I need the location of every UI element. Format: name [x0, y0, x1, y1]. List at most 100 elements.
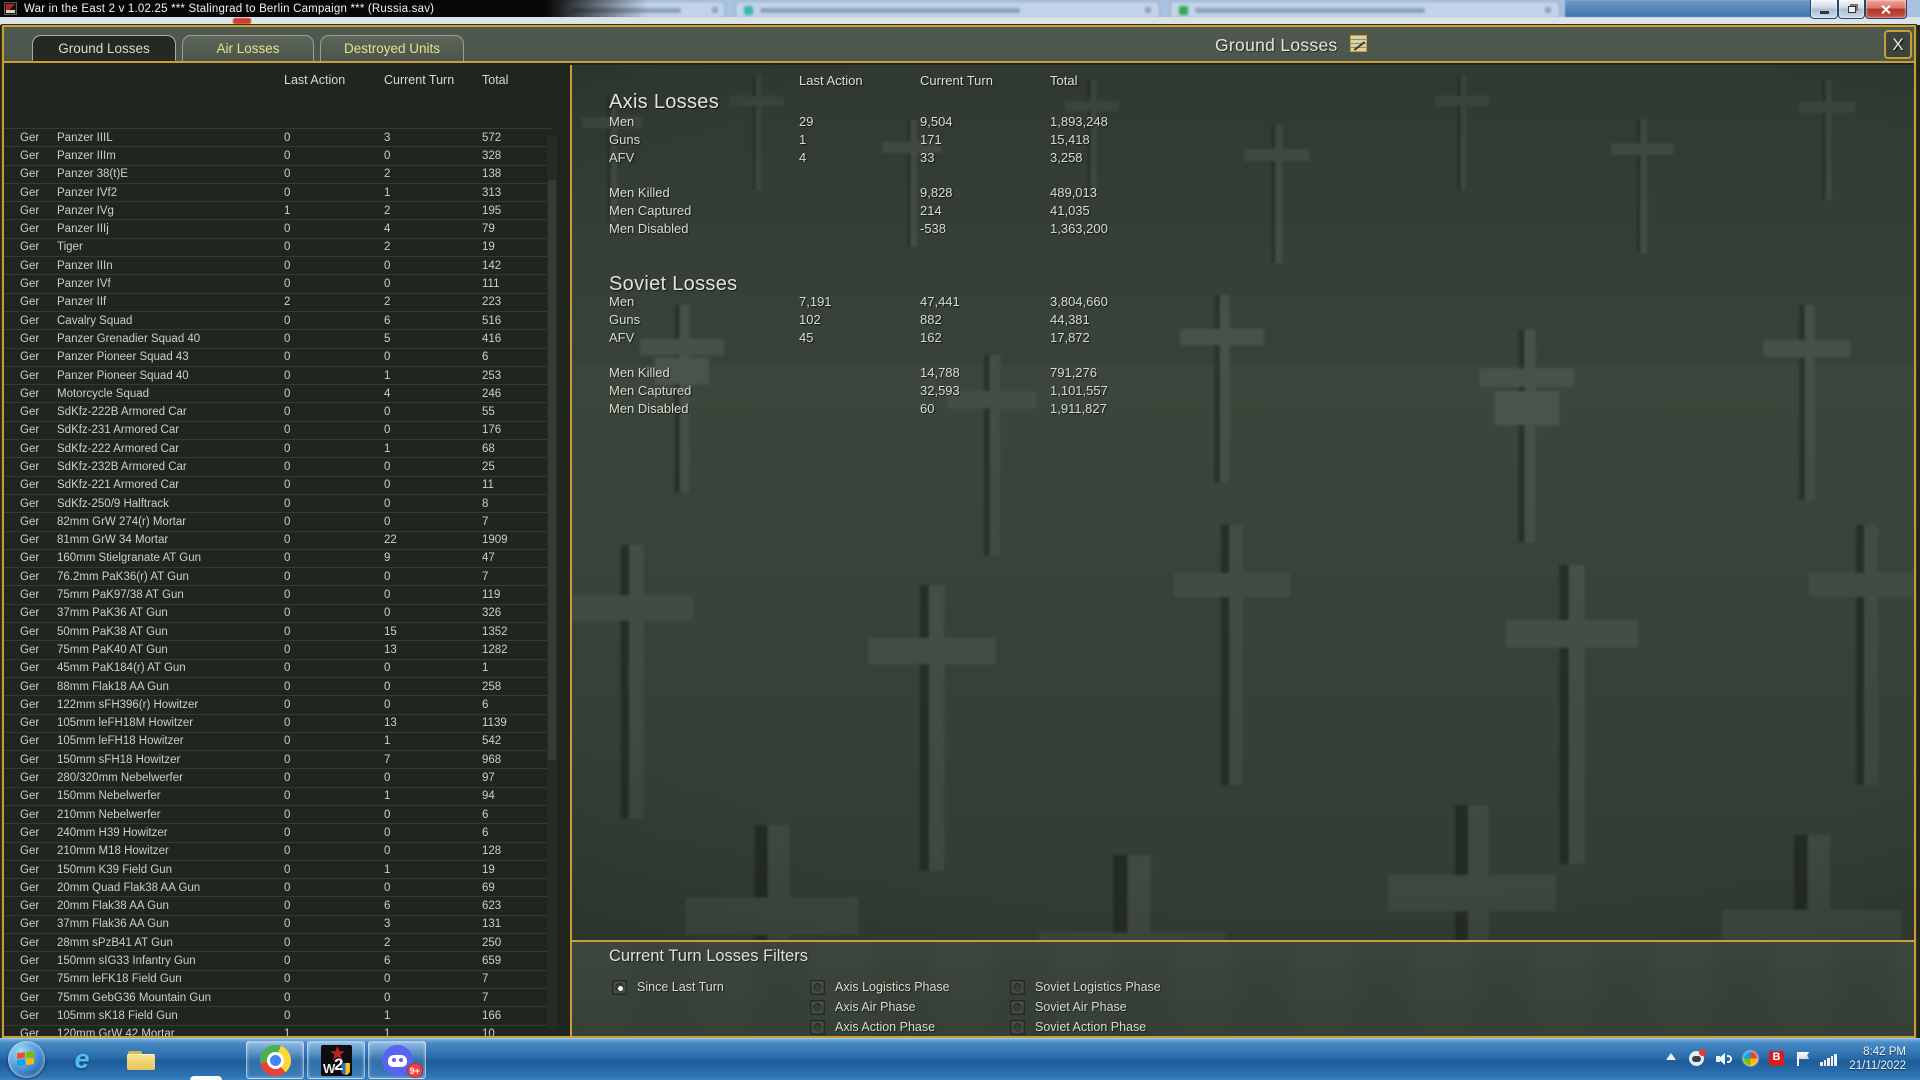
unit-name: Panzer IIIj	[57, 223, 109, 236]
loss-total: 1,893,248	[1050, 113, 1108, 129]
axis-phase-label: Axis Action Phase	[835, 1020, 936, 1034]
unit-name: 37mm PaK36 AT Gun	[57, 607, 168, 620]
unit-total: 1282	[482, 643, 508, 656]
background-browser-tab[interactable]	[1170, 1, 1560, 17]
tab-destroyed-units[interactable]: Destroyed Units	[320, 35, 464, 61]
unit-current-turn: 0	[384, 680, 391, 693]
unit-last-action: 0	[284, 643, 291, 656]
unit-name: Panzer IIIL	[57, 131, 113, 144]
unit-last-action: 0	[284, 387, 291, 400]
soviet-phase-radio[interactable]	[1010, 1019, 1025, 1035]
unit-current-turn: 2	[384, 241, 391, 254]
unit-total: 176	[482, 424, 502, 437]
unit-total: 326	[482, 607, 502, 620]
axis-losses-details: Men Killed 9,828 489,013 Men Captured 214 41,…	[572, 183, 1772, 238]
unit-nation: Ger	[20, 168, 40, 181]
chrome-taskbar-button[interactable]	[246, 1041, 304, 1079]
unit-nation: Ger	[20, 351, 40, 364]
loss-table-row: AFV 45 162 17,872	[572, 329, 1772, 347]
axis-phase-radio[interactable]	[810, 999, 825, 1015]
windows-explorer-icon[interactable]	[126, 1044, 158, 1076]
hidden-icons-arrow[interactable]	[1666, 1053, 1676, 1060]
loss-current-turn: 214	[920, 203, 942, 219]
restore-button[interactable]	[1838, 0, 1865, 19]
media-player-icon[interactable]	[190, 1076, 222, 1080]
chrome-icon	[260, 1045, 291, 1076]
unit-last-action: 0	[284, 991, 291, 1004]
table-row: Ger Tiger 0 2 19	[4, 237, 552, 256]
discord-badge: 9+	[406, 1063, 423, 1078]
action-center-flag-icon[interactable]	[1796, 1052, 1810, 1067]
minimize-button[interactable]	[1810, 0, 1838, 19]
unit-name: 88mm Flak18 AA Gun	[57, 680, 169, 693]
unit-total: 7	[482, 570, 489, 583]
game-titlebar[interactable]: War in the East 2 v 1.02.25 *** Stalingr…	[0, 0, 660, 17]
unit-last-action: 0	[284, 680, 291, 693]
tab-ground-losses[interactable]: Ground Losses	[32, 35, 176, 61]
clock-time: 8:42 PM	[1863, 1046, 1906, 1058]
unit-nation: Ger	[20, 406, 40, 419]
loss-label: Men	[609, 293, 635, 309]
unit-total: 1	[482, 662, 489, 675]
unit-total: 25	[482, 460, 495, 473]
unit-last-action: 0	[284, 881, 291, 894]
unit-total: 258	[482, 680, 502, 693]
unit-last-action: 1	[284, 1028, 291, 1036]
unit-last-action: 0	[284, 790, 291, 803]
loss-current-turn: 162	[920, 330, 942, 346]
b-app-tray-icon[interactable]	[1769, 1051, 1784, 1068]
unit-total: 7	[482, 515, 489, 528]
close-button[interactable]	[1865, 0, 1907, 19]
screen-close-button[interactable]: X	[1884, 30, 1912, 59]
unit-nation: Ger	[20, 204, 40, 217]
unit-current-turn: 2	[384, 204, 391, 217]
volume-icon[interactable]	[1716, 1053, 1732, 1065]
start-button[interactable]	[8, 1041, 45, 1078]
loss-table-row: Men Captured 32,593 1,101,557	[572, 381, 1772, 399]
unit-nation: Ger	[20, 534, 40, 547]
shield-icon	[341, 1063, 350, 1075]
unit-last-action: 0	[284, 735, 291, 748]
soviet-phase-radio[interactable]	[1010, 979, 1025, 995]
loss-total: 17,872	[1050, 330, 1090, 346]
internet-explorer-icon[interactable]: e	[66, 1044, 98, 1076]
unit-total: 128	[482, 845, 502, 858]
since-last-turn-radio[interactable]	[612, 979, 627, 995]
soviet-phase-radio[interactable]	[1010, 999, 1025, 1015]
axis-phase-radio[interactable]	[810, 1019, 825, 1035]
background-browser-tab[interactable]	[735, 1, 1160, 17]
network-signal-icon[interactable]	[1820, 1053, 1837, 1066]
table-scrollbar[interactable]	[547, 135, 557, 1030]
unit-name: 37mm Flak36 AA Gun	[57, 918, 169, 931]
unit-nation: Ger	[20, 845, 40, 858]
table-row: Ger SdKfz-222 Armored Car 0 1 68	[4, 439, 552, 457]
scrollbar-thumb[interactable]	[548, 180, 556, 760]
background-red-accent	[233, 18, 251, 24]
tab-air-losses[interactable]: Air Losses	[182, 35, 314, 61]
unit-total: 659	[482, 955, 502, 967]
loss-current-turn: 60	[920, 401, 935, 417]
discord-taskbar-button[interactable]: 9+	[368, 1041, 426, 1079]
unit-last-action: 0	[284, 607, 291, 620]
loss-label: Men Disabled	[609, 221, 689, 237]
unit-total: 328	[482, 149, 502, 162]
loss-last-action: 7,191	[799, 293, 832, 309]
unit-current-turn: 0	[384, 826, 391, 839]
export-to-file-icon[interactable]	[1350, 35, 1367, 52]
axis-phase-radio[interactable]	[810, 979, 825, 995]
unit-last-action: 0	[284, 863, 291, 876]
wite2-taskbar-button[interactable]	[307, 1041, 365, 1079]
unit-current-turn: 2	[384, 936, 391, 949]
filter-row: Axis Air Phase	[810, 999, 916, 1015]
unit-last-action: 0	[284, 698, 291, 711]
table-row: Ger Panzer Pioneer Squad 43 0 0 6	[4, 347, 552, 366]
windows-update-icon[interactable]	[1743, 1051, 1758, 1068]
unit-name: 210mm Nebelwerfer	[57, 808, 161, 821]
unit-nation: Ger	[20, 680, 40, 693]
discord-tray-icon[interactable]	[1689, 1049, 1706, 1068]
since-last-turn-label: Since Last Turn	[637, 980, 724, 994]
taskbar-clock[interactable]: 8:42 PM 21/11/2022	[1849, 1045, 1906, 1073]
loss-last-action: 29	[799, 113, 814, 129]
unit-last-action: 0	[284, 168, 291, 181]
unit-name: Tiger	[57, 241, 83, 254]
